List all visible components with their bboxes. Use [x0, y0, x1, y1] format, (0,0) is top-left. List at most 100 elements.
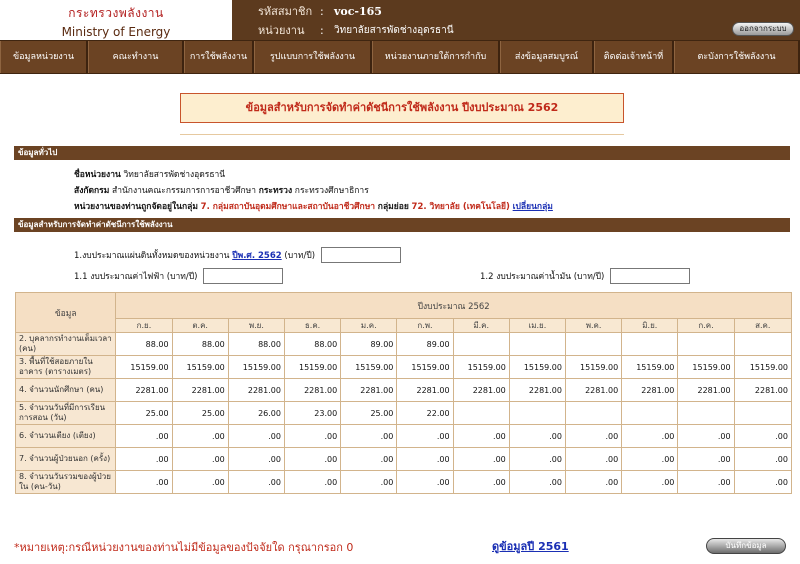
table-cell[interactable]: .00	[115, 470, 173, 494]
table-cell[interactable]	[508, 332, 566, 356]
table-cell[interactable]: .00	[340, 470, 398, 494]
table-cell[interactable]: .00	[227, 470, 285, 494]
table-cell[interactable]: .00	[564, 447, 623, 471]
table-cell[interactable]: .00	[677, 424, 735, 448]
table-cell[interactable]: .00	[115, 424, 173, 448]
table-cell[interactable]: 26.00	[227, 401, 285, 425]
table-cell[interactable]: 2281.00	[227, 378, 285, 402]
table-cell[interactable]: 15159.00	[227, 355, 285, 379]
budget-fuel-input[interactable]	[610, 268, 691, 284]
table-cell[interactable]: .00	[508, 424, 566, 448]
nav-sub-units[interactable]: หน่วยงานภายใต้การกำกับ	[372, 41, 500, 73]
table-cell[interactable]: 89.00	[340, 332, 398, 356]
change-group-link[interactable]: เปลี่ยนกลุ่ม	[513, 202, 553, 212]
table-cell[interactable]: 15159.00	[396, 355, 454, 379]
table-cell[interactable]: .00	[677, 447, 735, 471]
budget-total-input[interactable]	[321, 247, 402, 263]
table-cell[interactable]: .00	[283, 424, 342, 448]
table-cell[interactable]: 89.00	[396, 332, 454, 356]
table-cell[interactable]: .00	[227, 424, 285, 448]
table-cell[interactable]: .00	[508, 447, 566, 471]
nav-energy-usage[interactable]: การใช้พลังงาน	[184, 41, 254, 73]
table-cell[interactable]: 15159.00	[115, 355, 173, 379]
table-cell[interactable]: .00	[733, 424, 793, 448]
table-cell[interactable]: .00	[564, 424, 623, 448]
table-cell[interactable]: 2281.00	[115, 378, 173, 402]
save-button[interactable]: บันทึกข้อมูล	[706, 538, 786, 554]
table-cell[interactable]: .00	[340, 447, 398, 471]
table-cell[interactable]	[621, 401, 679, 425]
nav-contact-staff[interactable]: ติดต่อเจ้าหน้าที่	[594, 41, 674, 73]
table-cell[interactable]: .00	[396, 447, 454, 471]
table-cell[interactable]	[733, 332, 793, 356]
table-cell[interactable]: .00	[227, 447, 285, 471]
table-cell[interactable]: 2281.00	[171, 378, 229, 402]
prev-year-link[interactable]: ดูข้อมูลปี 2561	[492, 537, 569, 555]
table-cell[interactable]: 15159.00	[283, 355, 342, 379]
table-cell[interactable]: .00	[733, 447, 793, 471]
table-cell[interactable]: 25.00	[340, 401, 398, 425]
table-cell[interactable]: .00	[508, 470, 566, 494]
table-cell[interactable]: 23.00	[283, 401, 342, 425]
table-cell[interactable]	[452, 332, 510, 356]
table-cell[interactable]	[621, 332, 679, 356]
table-cell[interactable]: 2281.00	[396, 378, 454, 402]
table-cell[interactable]: 15159.00	[452, 355, 510, 379]
table-cell[interactable]: .00	[621, 424, 679, 448]
table-cell[interactable]: 25.00	[171, 401, 229, 425]
table-cell[interactable]: .00	[677, 470, 735, 494]
table-cell[interactable]: 2281.00	[621, 378, 679, 402]
table-cell[interactable]: 15159.00	[508, 355, 566, 379]
nav-usage-pattern[interactable]: รูปแบบการใช้พลังงาน	[254, 41, 372, 73]
table-cell[interactable]: 2281.00	[564, 378, 623, 402]
table-cell[interactable]: .00	[340, 424, 398, 448]
table-cell[interactable]: .00	[171, 470, 229, 494]
table-cell[interactable]: 88.00	[115, 332, 173, 356]
logout-button[interactable]: ออกจากระบบ	[732, 22, 794, 36]
table-cell[interactable]: .00	[396, 424, 454, 448]
table-cell[interactable]: 15159.00	[677, 355, 735, 379]
table-cell[interactable]	[452, 401, 510, 425]
table-cell[interactable]: 2281.00	[733, 378, 793, 402]
table-cell[interactable]: .00	[283, 447, 342, 471]
nav-committee[interactable]: คณะทำงาน	[88, 41, 184, 73]
budget-year-link[interactable]: ปีพ.ศ. 2562	[232, 248, 281, 262]
budget-electric-input[interactable]	[203, 268, 284, 284]
table-cell[interactable]: .00	[733, 470, 793, 494]
table-cell[interactable]	[677, 401, 735, 425]
table-cell[interactable]: .00	[621, 447, 679, 471]
nav-submit-complete[interactable]: ส่งข้อมูลสมบูรณ์	[500, 41, 594, 73]
table-cell[interactable]: 15159.00	[340, 355, 398, 379]
table-cell[interactable]: 88.00	[283, 332, 342, 356]
table-cell[interactable]: 2281.00	[452, 378, 510, 402]
table-cell[interactable]: .00	[396, 470, 454, 494]
table-cell[interactable]: 25.00	[115, 401, 173, 425]
table-cell[interactable]: .00	[115, 447, 173, 471]
table-cell[interactable]	[677, 332, 735, 356]
table-cell[interactable]: .00	[621, 470, 679, 494]
table-cell[interactable]: .00	[564, 470, 623, 494]
table-cell[interactable]: 88.00	[171, 332, 229, 356]
table-cell[interactable]: 22.00	[396, 401, 454, 425]
table-cell[interactable]: .00	[452, 424, 510, 448]
nav-org-info[interactable]: ข้อมูลหน่วยงาน	[0, 41, 88, 73]
table-cell[interactable]: 15159.00	[733, 355, 793, 379]
table-cell[interactable]: 88.00	[227, 332, 285, 356]
nav-energy-index[interactable]: ตะบังการใช้พลังงาน	[674, 41, 800, 73]
table-cell[interactable]: 15159.00	[564, 355, 623, 379]
table-cell[interactable]: .00	[452, 447, 510, 471]
table-cell[interactable]: 2281.00	[677, 378, 735, 402]
table-cell[interactable]: .00	[171, 447, 229, 471]
table-cell[interactable]	[564, 332, 623, 356]
table-cell[interactable]: .00	[452, 470, 510, 494]
table-cell[interactable]: 15159.00	[171, 355, 229, 379]
table-cell[interactable]: 2281.00	[508, 378, 566, 402]
table-cell[interactable]	[508, 401, 566, 425]
table-cell[interactable]: 15159.00	[621, 355, 679, 379]
table-cell[interactable]: 2281.00	[283, 378, 342, 402]
table-cell[interactable]	[733, 401, 793, 425]
table-cell[interactable]: 2281.00	[340, 378, 398, 402]
table-cell[interactable]: .00	[171, 424, 229, 448]
table-cell[interactable]	[564, 401, 623, 425]
table-cell[interactable]: .00	[283, 470, 342, 494]
